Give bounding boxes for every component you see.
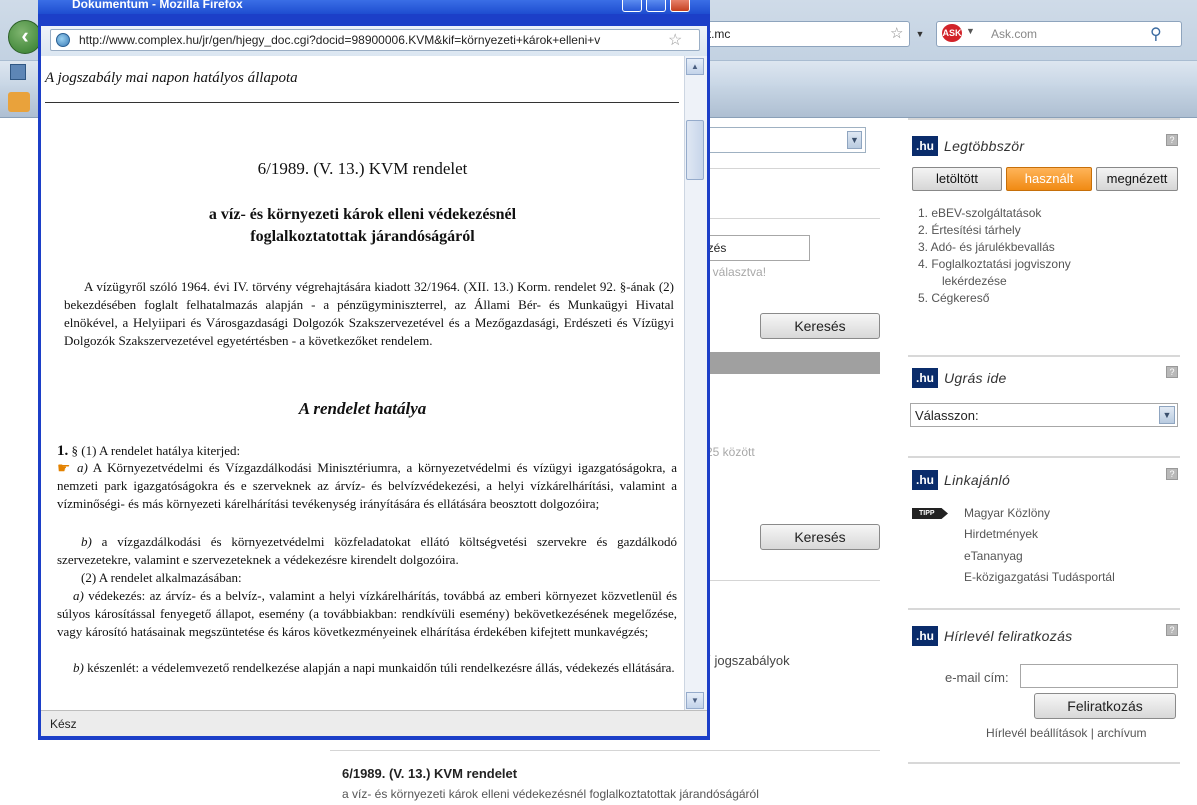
divider xyxy=(706,218,880,219)
newsletter-box-title: Hírlevél feliratkozás xyxy=(944,628,1073,644)
newsletter-settings-link[interactable]: Hírlevél beállítások xyxy=(986,726,1087,740)
point-text: A Környezetvédelmi és Vízgazdálkodási Mi… xyxy=(57,460,677,511)
ask-logo-icon[interactable]: ASK xyxy=(942,24,962,42)
popup-status-bar: Kész xyxy=(41,710,707,736)
section-heading: A rendelet hatálya xyxy=(298,399,427,418)
link-magyar-kozlony[interactable]: Magyar Közlöny xyxy=(964,506,1050,520)
link-tudasportal[interactable]: E-közigazgatási Tudásportál xyxy=(964,570,1115,584)
result-description: a víz- és környezeti károk elleni védeke… xyxy=(342,787,759,801)
category-select[interactable] xyxy=(700,127,866,153)
point-label: a) xyxy=(73,588,84,603)
document-status-header: A jogszabály mai napon hatályos állapota xyxy=(45,70,298,86)
hu-logo: .hu xyxy=(912,470,938,490)
tipp-badge: TIPP xyxy=(912,508,948,519)
scrollbar-thumb[interactable] xyxy=(686,120,704,180)
tab-downloaded[interactable]: letöltött xyxy=(912,167,1002,191)
most-box-title: Legtöbbször xyxy=(944,138,1025,154)
divider xyxy=(330,750,880,751)
link-box-title: Linkajánló xyxy=(944,472,1011,488)
divider xyxy=(706,580,880,581)
help-icon[interactable]: ? xyxy=(1166,624,1178,636)
search-button[interactable]: Keresés xyxy=(760,313,880,339)
scroll-down-icon[interactable]: ▼ xyxy=(686,692,704,709)
bookmark-star-icon[interactable]: ☆ xyxy=(668,30,682,50)
point-text: készenlét: a védelemvezető rendelkezése … xyxy=(87,660,675,675)
chevron-down-icon[interactable]: ▼ xyxy=(847,131,862,149)
minimize-icon[interactable] xyxy=(622,0,642,12)
hu-logo: .hu xyxy=(912,136,938,156)
point-a: ☛ a) A Környezetvédelmi és Vízgazdálkodás… xyxy=(57,459,677,513)
jump-select[interactable]: Válasszon: xyxy=(910,403,1178,427)
result-title-link[interactable]: 6/1989. (V. 13.) KVM rendelet xyxy=(342,766,517,781)
sidebar-separator xyxy=(908,608,1180,610)
sidebar-separator xyxy=(908,456,1180,458)
point-b: b) a vízgazdálkodási és környezetvédelmi… xyxy=(57,533,677,569)
bookmark-folder-icon[interactable] xyxy=(10,64,26,80)
search-engine-dropdown-icon[interactable]: ▼ xyxy=(966,26,975,36)
link-hirdetmenyek[interactable]: Hirdetmények xyxy=(964,527,1038,541)
definition-b: b) készenlét: a védelemvezető rendelkezé… xyxy=(57,659,677,677)
subscribe-button[interactable]: Feliratkozás xyxy=(1034,693,1176,719)
url-history-dropdown-icon[interactable]: ▼ xyxy=(912,21,928,47)
point-label: b) xyxy=(73,660,84,675)
paragraph-2: (2) A rendelet alkalmazásában: xyxy=(81,570,242,585)
back-arrow-icon[interactable]: ‹ xyxy=(8,20,42,54)
list-item[interactable]: 3. Adó- és járulékbevallás xyxy=(918,239,1071,256)
magnifier-icon[interactable]: ⚲ xyxy=(1150,24,1162,44)
divider xyxy=(706,168,880,169)
section-header-bar xyxy=(706,352,880,374)
tab-used[interactable]: használt xyxy=(1006,167,1092,191)
point-text: a vízgazdálkodási és környezetvédelmi kö… xyxy=(57,534,677,567)
tab-viewed[interactable]: megnézett xyxy=(1096,167,1178,191)
email-label: e-mail cím: xyxy=(945,670,1009,685)
help-icon[interactable]: ? xyxy=(1166,366,1178,378)
site-identity-icon[interactable] xyxy=(56,33,70,47)
help-icon[interactable]: ? xyxy=(1166,134,1178,146)
list-item[interactable]: 4. Foglalkoztatási jogviszony xyxy=(918,256,1071,273)
header-rule xyxy=(45,102,679,103)
email-field[interactable] xyxy=(1020,664,1178,688)
hu-logo: .hu xyxy=(912,368,938,388)
document-title: 6/1989. (V. 13.) KVM rendelet xyxy=(257,159,468,178)
document-preamble: A vízügyről szóló 1964. évi IV. törvény … xyxy=(64,279,674,348)
hu-logo: .hu xyxy=(912,626,938,646)
newsletter-links: Hírlevél beállítások | archívum xyxy=(986,726,1147,740)
help-icon[interactable]: ? xyxy=(1166,468,1178,480)
definition-a: a) védekezés: az árvíz- és a belvíz-, va… xyxy=(57,587,677,641)
search-button-secondary[interactable]: Keresés xyxy=(760,524,880,550)
tab-favicon-icon[interactable] xyxy=(8,92,30,112)
list-item[interactable]: 2. Értesítési tárhely xyxy=(918,222,1071,239)
list-item[interactable]: 5. Cégkereső xyxy=(918,290,1071,307)
most-list: 1. eBEV-szolgáltatások 2. Értesítési tár… xyxy=(918,205,1071,307)
list-item[interactable]: 1. eBEV-szolgáltatások xyxy=(918,205,1071,222)
link-separator: | xyxy=(1090,726,1094,740)
popup-url-bar[interactable]: http://www.complex.hu/jr/gen/hjegy_doc.c… xyxy=(50,29,700,51)
jump-box-title: Ugrás ide xyxy=(944,370,1007,386)
document-content: A jogszabály mai napon hatályos állapota… xyxy=(41,56,684,710)
pointing-hand-icon[interactable]: ☛ xyxy=(57,462,77,477)
paragraph-number: 1. xyxy=(57,443,69,459)
newsletter-archive-link[interactable]: archívum xyxy=(1097,726,1146,740)
range-text: 25 között xyxy=(706,445,755,459)
sidebar-separator xyxy=(908,355,1180,357)
related-laws-link[interactable]: tű jogszabályok xyxy=(700,653,790,668)
popup-window-title: Dokumentum - Mozilla Firefox xyxy=(72,0,243,9)
paragraph-text: § (1) A rendelet hatálya kiterjed: xyxy=(71,443,241,458)
paragraph-1: 1. § (1) A rendelet hatálya kiterjed: xyxy=(57,442,677,460)
scroll-up-icon[interactable]: ▲ xyxy=(686,58,704,75)
link-etananyag[interactable]: eTananyag xyxy=(964,549,1023,563)
bookmark-star-icon[interactable]: ☆ xyxy=(890,24,903,42)
chevron-down-icon[interactable]: ▼ xyxy=(1159,406,1175,424)
point-label: b) xyxy=(81,534,92,549)
point-text: védekezés: az árvíz- és a belvíz-, valam… xyxy=(57,588,678,639)
point-label: a) xyxy=(77,460,88,475)
sidebar-separator xyxy=(908,118,1180,120)
close-icon[interactable] xyxy=(670,0,690,12)
maximize-icon[interactable] xyxy=(646,0,666,12)
document-subtitle: a víz- és környezeti károk elleni védeke… xyxy=(208,206,517,245)
sidebar-separator xyxy=(908,762,1180,764)
list-item-continuation[interactable]: lekérdezése xyxy=(918,273,1071,290)
